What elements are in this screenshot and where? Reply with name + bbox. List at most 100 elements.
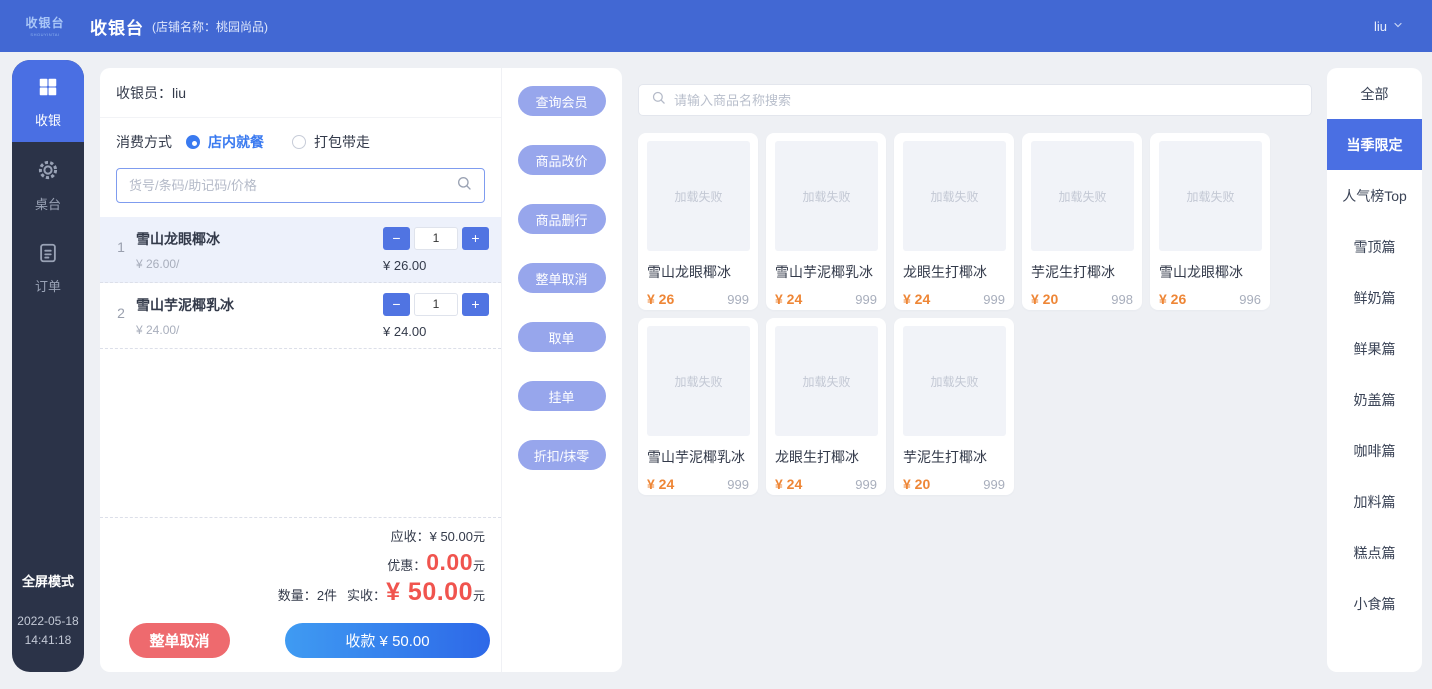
sidebar-item-label: 桌台 [12, 194, 84, 213]
product-meta: ¥ 20 998 [1031, 291, 1133, 307]
cart-search-box [116, 168, 485, 203]
category-item[interactable]: 奶盖篇 [1327, 374, 1422, 425]
category-item[interactable]: 鲜奶篇 [1327, 272, 1422, 323]
action-pill-button[interactable]: 商品改价 [518, 145, 606, 175]
sidebar-item-orders[interactable]: 订单 [12, 226, 84, 308]
product-price: ¥ 20 [903, 476, 930, 492]
current-time: 14:41:18 [17, 631, 78, 650]
cart-item-total: ¥ 26.00 [383, 258, 489, 273]
action-pill-button[interactable]: 商品删行 [518, 204, 606, 234]
cart-item-right: − 1 + ¥ 26.00 [383, 227, 489, 273]
product-card[interactable]: 加载失败 芋泥生打椰冰 ¥ 20 998 [1022, 133, 1142, 310]
sidebar-item-cashier[interactable]: 收银 [12, 60, 84, 142]
discount-value: 0.00 [426, 549, 473, 576]
paid-unit: 元 [473, 587, 485, 604]
product-image-placeholder: 加载失败 [903, 141, 1006, 251]
product-stock: 999 [855, 292, 877, 307]
cart-item-row[interactable]: 1 雪山龙眼椰冰 ¥ 26.00/ − 1 + ¥ 26.00 [100, 217, 501, 283]
user-menu[interactable]: liu [1374, 19, 1404, 34]
radio-label: 店内就餐 [208, 132, 264, 152]
checkout-button[interactable]: 收款 ¥ 50.00 [285, 623, 490, 658]
product-meta: ¥ 26 999 [647, 291, 749, 307]
quantity-stepper: − 1 + [383, 227, 489, 250]
sidebar-item-label: 订单 [12, 276, 84, 295]
product-card[interactable]: 加载失败 雪山芋泥椰乳冰 ¥ 24 999 [638, 318, 758, 495]
radio-dine-in[interactable]: 店内就餐 [186, 132, 264, 152]
discount-row: 优惠： 0.00 元 [116, 549, 485, 576]
store-name-label: (店铺名称：桃园尚品) [152, 18, 268, 35]
qty-minus-button[interactable]: − [383, 293, 410, 316]
cart-item-name: 雪山龙眼椰冰 [136, 229, 383, 249]
sidebar-item-tables[interactable]: 桌台 [12, 142, 84, 226]
product-name: 雪山龙眼椰冰 [1159, 262, 1261, 282]
category-item[interactable]: 雪顶篇 [1327, 221, 1422, 272]
paid-value: ¥ 50.00 [386, 578, 473, 607]
gear-icon [36, 169, 60, 186]
qty-plus-button[interactable]: + [462, 293, 489, 316]
top-header: 收银台 SHOUYINTAI 收银台 (店铺名称：桃园尚品) liu [0, 0, 1432, 52]
grid-icon [37, 85, 59, 102]
action-pill-button[interactable]: 折扣/抹零 [518, 440, 606, 470]
qty-input[interactable]: 1 [414, 293, 458, 316]
product-card[interactable]: 加载失败 龙眼生打椰冰 ¥ 24 999 [894, 133, 1014, 310]
product-image-placeholder: 加载失败 [647, 326, 750, 436]
cart-item-row[interactable]: 2 雪山芋泥椰乳冰 ¥ 24.00/ − 1 + ¥ 24.00 [100, 283, 501, 349]
cart-item-unit-price: ¥ 24.00/ [136, 323, 383, 337]
category-item[interactable]: 当季限定 [1327, 119, 1422, 170]
category-item[interactable]: 鲜果篇 [1327, 323, 1422, 374]
product-name: 龙眼生打椰冰 [903, 262, 1005, 282]
search-icon[interactable] [456, 175, 472, 196]
action-pill-button[interactable]: 查询会员 [518, 86, 606, 116]
category-item[interactable]: 小食篇 [1327, 578, 1422, 629]
product-card[interactable]: 加载失败 雪山龙眼椰冰 ¥ 26 999 [638, 133, 758, 310]
category-item[interactable]: 咖啡篇 [1327, 425, 1422, 476]
product-card[interactable]: 加载失败 芋泥生打椰冰 ¥ 20 999 [894, 318, 1014, 495]
product-image-placeholder: 加载失败 [903, 326, 1006, 436]
due-label: 应收： [391, 526, 430, 545]
product-card[interactable]: 加载失败 龙眼生打椰冰 ¥ 24 999 [766, 318, 886, 495]
category-item[interactable]: 糕点篇 [1327, 527, 1422, 578]
category-item[interactable]: 全部 [1327, 68, 1422, 119]
radio-takeaway[interactable]: 打包带走 [292, 132, 370, 152]
product-price: ¥ 20 [1031, 291, 1058, 307]
fullscreen-toggle[interactable]: 全屏模式 [17, 571, 78, 590]
qty-minus-button[interactable]: − [383, 227, 410, 250]
totals-block: 应收： ¥ 50.00 元 优惠： 0.00 元 数量： 2件 实收： ¥ 50… [100, 517, 501, 611]
product-price: ¥ 26 [1159, 291, 1186, 307]
action-pill-button[interactable]: 取单 [518, 322, 606, 352]
cashier-name-line: 收银员：liu [100, 68, 501, 118]
action-pill-button[interactable]: 整单取消 [518, 263, 606, 293]
cart-search-input[interactable] [129, 178, 456, 193]
qty-input[interactable]: 1 [414, 227, 458, 250]
product-card[interactable]: 加载失败 雪山龙眼椰冰 ¥ 26 996 [1150, 133, 1270, 310]
sidebar-item-label: 收银 [12, 110, 84, 129]
cart-item-right: − 1 + ¥ 24.00 [383, 293, 489, 339]
cart-footer: 整单取消 收款 ¥ 50.00 [100, 611, 501, 672]
category-item[interactable]: 人气榜Top [1327, 170, 1422, 221]
qty-label: 数量： [278, 585, 317, 604]
product-search-input[interactable] [674, 93, 1299, 108]
product-stock: 999 [727, 477, 749, 492]
action-pill-button[interactable]: 挂单 [518, 381, 606, 411]
product-price: ¥ 26 [647, 291, 674, 307]
nav-bottom: 全屏模式 2022-05-18 14:41:18 [17, 571, 78, 672]
product-meta: ¥ 26 996 [1159, 291, 1261, 307]
product-name: 雪山龙眼椰冰 [647, 262, 749, 282]
product-card[interactable]: 加载失败 雪山芋泥椰乳冰 ¥ 24 999 [766, 133, 886, 310]
cancel-order-button[interactable]: 整单取消 [129, 623, 230, 658]
product-stock: 996 [1239, 292, 1261, 307]
product-meta: ¥ 24 999 [647, 476, 749, 492]
product-price: ¥ 24 [647, 476, 674, 492]
qty-plus-button[interactable]: + [462, 227, 489, 250]
discount-label: 优惠： [387, 555, 426, 574]
cart-spacer [100, 349, 501, 517]
qty-paid-row: 数量： 2件 实收： ¥ 50.00 元 [116, 578, 485, 607]
page-title: 收银台 [90, 14, 144, 39]
cart-item-index: 2 [110, 293, 132, 339]
category-item[interactable]: 加料篇 [1327, 476, 1422, 527]
logo-subtext: SHOUYINTAI [22, 33, 68, 37]
due-row: 应收： ¥ 50.00 元 [116, 526, 485, 545]
product-name: 雪山芋泥椰乳冰 [647, 447, 749, 467]
product-image-placeholder: 加载失败 [1031, 141, 1134, 251]
cart-item-main: 雪山龙眼椰冰 ¥ 26.00/ [132, 227, 383, 273]
